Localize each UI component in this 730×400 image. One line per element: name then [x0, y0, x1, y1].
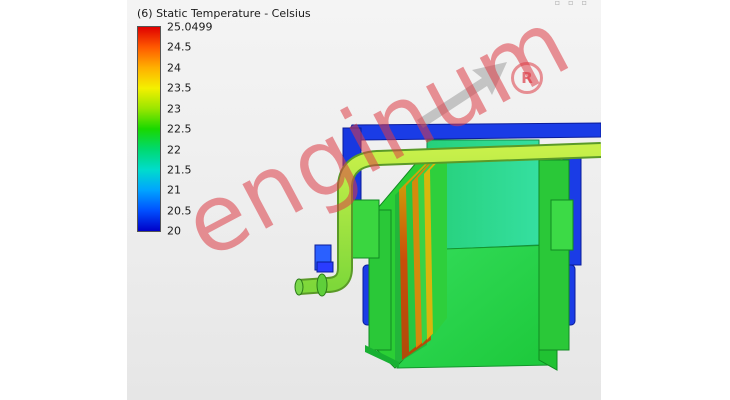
watermark-arrow-icon — [417, 62, 507, 128]
registered-mark-icon: R — [511, 62, 543, 94]
cfd-viewport[interactable]: (6) Static Temperature - Celsius 25.0499… — [127, 0, 601, 400]
